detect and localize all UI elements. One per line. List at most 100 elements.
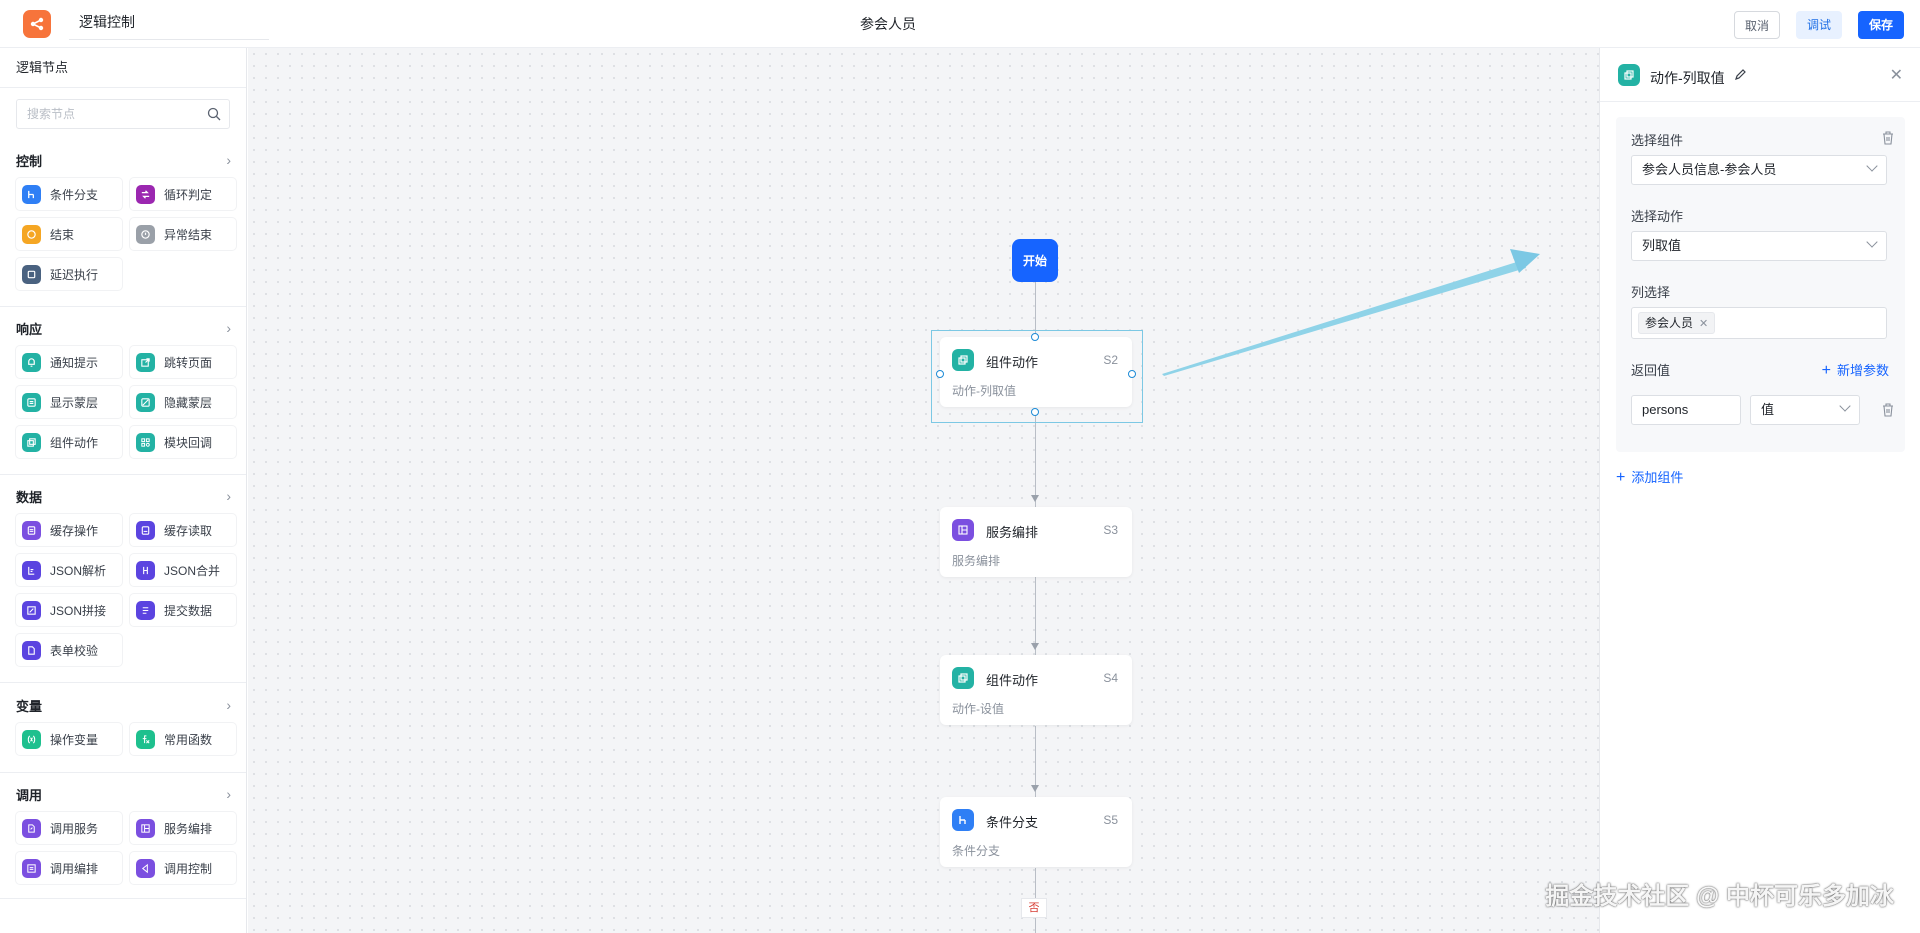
plus-icon: + [1821,362,1831,379]
node-item-component-action[interactable]: 组件动作 [16,426,122,458]
group-divider [0,898,246,899]
flow-canvas[interactable]: 开始 组件动作 S2 动作-列取值 服务编排 S3 服务编排 组件动作 S4 动… [248,48,1599,933]
chevron-right-icon[interactable]: › [226,320,231,336]
plus-icon: + [1616,469,1626,486]
select-action-dropdown[interactable]: 列取值 [1631,231,1887,261]
select-value: 参会人员信息-参会人员 [1642,162,1777,177]
node-item-hide-mask[interactable]: 隐藏蒙层 [130,386,236,418]
group-header-data[interactable]: 数据 › [0,484,246,508]
search-input[interactable] [17,100,197,128]
close-icon[interactable]: ✕ [1890,65,1903,85]
chevron-right-icon[interactable]: › [226,786,231,802]
node-item-cache-operation[interactable]: 缓存操作 [16,514,122,546]
return-name-value: persons [1642,402,1689,417]
node-item-submit-data[interactable]: 提交数据 [130,594,236,626]
group-response: 响应 › 通知提示 跳转页面 显示蒙层 隐藏蒙层 组件动作 模块回调 [0,316,246,458]
module-callback-icon [136,432,155,452]
trash-icon[interactable] [1881,402,1895,417]
add-param-label: 新增参数 [1836,363,1889,378]
node-item-label: 调用编排 [50,861,99,876]
node-item-json-merge[interactable]: JSON合并 [130,554,236,586]
cache-read-icon [136,520,155,540]
node-item-abnormal-end[interactable]: 异常结束 [130,218,236,250]
chevron-down-icon [1866,160,1878,172]
node-item-label: 延迟执行 [50,267,99,282]
invoke-service-icon [22,818,41,838]
debug-button[interactable]: 调试 [1796,11,1842,39]
group-header-variable[interactable]: 变量 › [0,693,246,717]
node-item-form-validate[interactable]: 表单校验 [16,634,122,666]
node-item-label: 服务编排 [164,821,213,836]
node-item-label: 跳转页面 [164,355,213,370]
node-item-label: 条件分支 [50,187,99,202]
group-variable: 变量 › 操作变量 常用函数 [0,693,246,755]
return-type-select[interactable]: 值 [1750,395,1860,425]
node-item-show-mask[interactable]: 显示蒙层 [16,386,122,418]
select-component-dropdown[interactable]: 参会人员信息-参会人员 [1631,155,1887,185]
submit-data-icon [136,600,155,620]
search-box [16,99,230,129]
group-divider [0,682,246,683]
save-button[interactable]: 保存 [1858,11,1904,39]
chevron-right-icon[interactable]: › [226,152,231,168]
show-mask-icon [22,392,41,412]
group-header-control[interactable]: 控制 › [0,148,246,172]
panel-title: 逻辑节点 [0,48,246,88]
node-item-delay[interactable]: 延迟执行 [16,258,122,290]
jump-page-icon [136,352,155,372]
node-item-service-orchestration[interactable]: 服务编排 [130,812,236,844]
node-item-notify[interactable]: 通知提示 [16,346,122,378]
edit-icon[interactable] [1734,68,1747,81]
node-item-label: 缓存读取 [164,523,213,538]
chevron-right-icon[interactable]: › [226,697,231,713]
node-item-operate-variable[interactable]: 操作变量 [16,723,122,755]
node-item-label: 调用服务 [50,821,99,836]
trash-icon[interactable] [1881,130,1895,145]
column-select-field[interactable]: 参会人员 ✕ [1631,307,1887,339]
group-invoke: 调用 › 调用服务 服务编排 调用编排 调用控制 [0,782,246,884]
node-item-label: 模块回调 [164,435,213,450]
node-item-label: 通知提示 [50,355,99,370]
watermark-text: 掘金技术社区 @ 中杯可乐多加冰 [1545,883,1894,910]
bell-icon [22,352,41,372]
group-header-invoke[interactable]: 调用 › [0,782,246,806]
add-param-button[interactable]: + 新增参数 [1822,360,1889,380]
node-item-condition-branch[interactable]: 条件分支 [16,178,122,210]
node-item-label: JSON拼接 [50,603,107,618]
logic-node-panel: 逻辑节点 控制 › 条件分支 循环判定 结束 异常结束 延迟执行 响应 › 通知提示… [0,48,247,933]
column-tag: 参会人员 ✕ [1638,312,1716,334]
variable-icon [22,729,41,749]
chevron-down-icon [1839,400,1851,412]
json-merge-icon [136,560,155,580]
remove-tag-icon[interactable]: ✕ [1699,318,1708,330]
component-config-card: 选择组件 参会人员信息-参会人员 选择动作 列取值 列选择 参会人员 ✕ 返回值 … [1616,117,1905,452]
node-item-loop-judge[interactable]: 循环判定 [130,178,236,210]
node-item-json-parse[interactable]: JSON解析 [16,554,122,586]
search-icon[interactable] [207,107,221,121]
node-item-invoke-orchestration[interactable]: 调用编排 [16,852,122,884]
node-item-end[interactable]: 结束 [16,218,122,250]
json-parse-icon [22,560,41,580]
node-item-module-callback[interactable]: 模块回调 [130,426,236,458]
node-item-label: 常用函数 [164,732,213,747]
group-title: 调用 [16,787,43,803]
node-item-jump-page[interactable]: 跳转页面 [130,346,236,378]
node-item-cache-read[interactable]: 缓存读取 [130,514,236,546]
group-divider [0,306,246,307]
cancel-button[interactable]: 取消 [1734,11,1780,39]
node-item-json-splice[interactable]: JSON拼接 [16,594,122,626]
return-name-input[interactable]: persons [1631,395,1741,425]
function-icon [136,729,155,749]
node-item-label: JSON合并 [164,563,221,578]
panel-header: 动作-列取值 ✕ [1600,48,1920,102]
chevron-down-icon [1866,236,1878,248]
node-item-common-function[interactable]: 常用函数 [130,723,236,755]
chevron-right-icon[interactable]: › [226,488,231,504]
group-title: 响应 [16,321,43,337]
top-header: 逻辑控制 参会人员 取消 调试 保存 [0,0,1920,48]
group-header-response[interactable]: 响应 › [0,316,246,340]
node-item-invoke-control[interactable]: 调用控制 [130,852,236,884]
node-item-invoke-service[interactable]: 调用服务 [16,812,122,844]
add-component-button[interactable]: + 添加组件 [1616,467,1683,487]
group-divider [0,772,246,773]
